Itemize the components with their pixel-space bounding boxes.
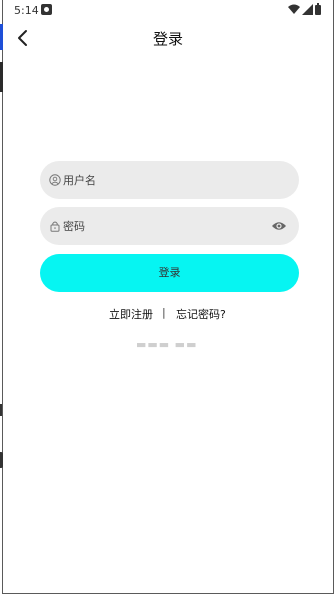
username-field[interactable] [40, 161, 299, 199]
header: 登录 [0, 20, 336, 56]
eye-icon[interactable] [271, 220, 287, 232]
status-bar: 5:14 [0, 0, 336, 20]
register-link[interactable]: 立即注册 [109, 306, 153, 322]
side-mark [0, 452, 3, 468]
notification-icon [41, 4, 52, 15]
username-input[interactable] [63, 161, 263, 199]
wifi-icon [288, 4, 300, 14]
password-field[interactable] [40, 207, 299, 245]
signal-icon [302, 4, 313, 15]
link-divider: | [162, 306, 166, 319]
page-title: 登录 [152, 30, 183, 48]
battery-icon [315, 3, 321, 15]
auth-links: 立即注册 | 忘记密码? [0, 306, 336, 322]
status-icons [288, 3, 324, 16]
user-icon [49, 174, 61, 186]
password-input[interactable] [63, 207, 263, 245]
side-mark [0, 404, 4, 416]
faded-text-remnant: ▬▬▬ ▬▬ [136, 338, 198, 348]
login-button[interactable]: 登录 [40, 254, 299, 292]
lock-icon [50, 221, 60, 232]
app-frame [2, 0, 334, 594]
side-accent-dark [0, 62, 3, 92]
status-time: 5:14 [14, 4, 39, 17]
forgot-password-link[interactable]: 忘记密码? [176, 306, 226, 322]
